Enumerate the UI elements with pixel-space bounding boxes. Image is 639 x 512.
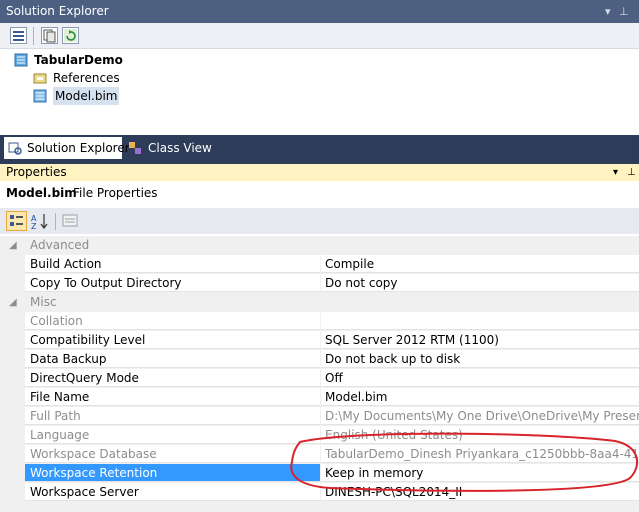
category-advanced-label: Advanced xyxy=(30,238,90,252)
property-value[interactable]: Do not back up to disk xyxy=(321,350,639,368)
toolbar-separator xyxy=(55,213,56,230)
property-value xyxy=(321,312,639,330)
alphabetical-sort-icon: A Z xyxy=(31,214,48,231)
class-view-icon xyxy=(129,142,141,154)
object-name: Model.bim xyxy=(6,186,77,200)
property-value[interactable]: Do not copy xyxy=(321,274,639,292)
project-icon xyxy=(14,53,28,67)
property-row-workspace-server[interactable]: Workspace Server DINESH-PC\SQL2014_II xyxy=(0,483,639,502)
property-label: File Name xyxy=(25,388,320,406)
categorized-button[interactable] xyxy=(6,211,27,231)
alphabetical-button[interactable]: A Z xyxy=(29,211,50,231)
property-grid: ◢ Advanced Build Action Compile Copy To … xyxy=(0,236,639,512)
object-type: File Properties xyxy=(73,186,158,200)
property-row-language[interactable]: Language English (United States) xyxy=(0,426,639,445)
property-value[interactable]: Model.bim xyxy=(321,388,639,406)
show-all-files-icon xyxy=(43,29,56,43)
property-label: Build Action xyxy=(25,255,320,273)
svg-text:Z: Z xyxy=(31,222,37,231)
property-row-workspace-database[interactable]: Workspace Database TabularDemo_Dinesh Pr… xyxy=(0,445,639,464)
solution-explorer-title-bar: Solution Explorer ▾ ⊥ xyxy=(0,0,639,23)
property-row-collation[interactable]: Collation xyxy=(0,312,639,331)
project-name: TabularDemo xyxy=(34,53,123,67)
solution-explorer-toolbar xyxy=(0,23,639,49)
collapse-misc-icon[interactable]: ◢ xyxy=(9,293,17,312)
solution-explorer-title: Solution Explorer xyxy=(6,4,109,18)
property-label: Full Path xyxy=(25,407,320,425)
object-selector[interactable]: Model.bim File Properties xyxy=(0,181,639,206)
refresh-icon xyxy=(64,29,77,42)
tab-class-view[interactable]: Class View xyxy=(126,137,216,159)
model-bim-label: Model.bim xyxy=(53,87,120,105)
category-misc[interactable]: ◢ Misc xyxy=(0,293,639,312)
property-value: English (United States) xyxy=(321,426,639,444)
property-row-data-backup[interactable]: Data Backup Do not back up to disk xyxy=(0,350,639,369)
category-advanced[interactable]: ◢ Advanced xyxy=(0,236,639,255)
collapse-advanced-icon[interactable]: ◢ xyxy=(9,236,17,255)
properties-toolbar: A Z xyxy=(0,208,639,234)
categorized-icon xyxy=(10,215,23,226)
properties-pin-icon[interactable]: ⊥ xyxy=(627,164,636,181)
property-value: TabularDemo_Dinesh Priyankara_c1250bbb-8… xyxy=(321,445,639,463)
window-position-dropdown-icon[interactable]: ▾ xyxy=(605,0,611,23)
property-label: Workspace Database xyxy=(25,445,320,463)
property-pages-button[interactable] xyxy=(61,212,80,230)
property-label: Workspace Server xyxy=(25,483,320,501)
property-value[interactable]: DINESH-PC\SQL2014_II xyxy=(321,483,639,501)
property-label: Data Backup xyxy=(25,350,320,368)
tab-solution-explorer[interactable]: Solution Explorer xyxy=(4,137,130,159)
property-value[interactable]: Off xyxy=(321,369,639,387)
property-label: Compatibility Level xyxy=(25,331,320,349)
references-folder-icon xyxy=(33,73,47,84)
tab-solution-explorer-label: Solution Explorer xyxy=(27,141,130,155)
tab-class-view-label: Class View xyxy=(148,141,212,155)
property-row-directquery-mode[interactable]: DirectQuery Mode Off xyxy=(0,369,639,388)
property-row-workspace-retention[interactable]: Workspace Retention Keep in memory xyxy=(0,464,639,483)
auto-hide-pin-icon[interactable]: ⊥ xyxy=(619,0,629,23)
property-pages-icon xyxy=(62,214,78,227)
property-row-file-name[interactable]: File Name Model.bim xyxy=(0,388,639,407)
model-bim-icon xyxy=(33,89,47,103)
property-value[interactable]: Compile xyxy=(321,255,639,273)
property-label: Language xyxy=(25,426,320,444)
show-all-files-button[interactable] xyxy=(41,27,58,44)
property-value[interactable]: SQL Server 2012 RTM (1100) xyxy=(321,331,639,349)
property-label: Workspace Retention xyxy=(25,464,320,482)
properties-title: Properties xyxy=(6,165,67,179)
property-row-full-path[interactable]: Full Path D:\My Documents\My One Drive\O… xyxy=(0,407,639,426)
properties-button[interactable] xyxy=(10,27,27,44)
category-misc-label: Misc xyxy=(30,295,57,309)
solution-tree: TabularDemo References Model.bim xyxy=(0,49,639,135)
property-value[interactable]: Keep in memory xyxy=(321,464,639,482)
property-label: Collation xyxy=(25,312,320,330)
property-row-build-action[interactable]: Build Action Compile xyxy=(0,255,639,274)
property-row-compatibility-level[interactable]: Compatibility Level SQL Server 2012 RTM … xyxy=(0,331,639,350)
toolbar-separator xyxy=(33,27,34,45)
property-label: Copy To Output Directory xyxy=(25,274,320,292)
references-label: References xyxy=(53,71,120,85)
property-row-copy-to-output[interactable]: Copy To Output Directory Do not copy xyxy=(0,274,639,293)
property-label: DirectQuery Mode xyxy=(25,369,320,387)
properties-icon xyxy=(13,31,24,41)
solution-explorer-icon xyxy=(8,142,22,155)
property-value: D:\My Documents\My One Drive\OneDrive\My… xyxy=(321,407,639,425)
properties-title-bar: Properties ▾ ⊥ xyxy=(0,164,639,181)
refresh-button[interactable] xyxy=(62,27,79,44)
properties-dropdown-icon[interactable]: ▾ xyxy=(613,164,618,181)
tool-window-tab-bar: Solution Explorer Class View xyxy=(0,135,639,161)
